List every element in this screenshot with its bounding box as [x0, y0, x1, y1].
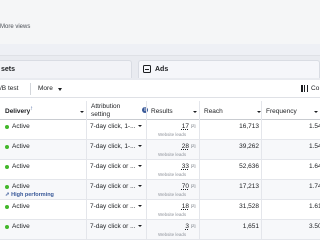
results-type: Website leads	[158, 212, 187, 217]
ab-test-button[interactable]: /B test	[0, 85, 18, 92]
attribution-setting[interactable]: 7-day click, 1-...	[90, 143, 136, 150]
toolbar-divider	[30, 83, 31, 95]
chevron-down-icon[interactable]	[138, 205, 142, 207]
chevron-down-icon[interactable]	[138, 165, 142, 167]
column-header-attribution[interactable]: Attribution setting	[91, 103, 120, 119]
table-row[interactable]: Active 7-day click or ... 33 [2] Website lea…	[0, 160, 320, 180]
column-divider	[261, 101, 262, 240]
column-header-reach[interactable]: Reach	[204, 108, 223, 115]
table-row[interactable]: Active 7-day click or ... 18 [2] Website lea…	[0, 200, 320, 220]
table-row[interactable]: Active 7-day click, 1-... 28 [2] Website lea…	[0, 140, 320, 160]
table-row[interactable]: Active 7-day click, 1-... 17 [2] Website lea…	[0, 120, 320, 140]
active-status-dot	[5, 205, 9, 209]
attribution-setting[interactable]: 7-day click or ...	[90, 223, 136, 230]
frequency-value: 1.74	[309, 183, 320, 190]
delivery-status: Active	[12, 123, 30, 130]
delivery-status: Active	[12, 143, 30, 150]
frequency-value: 1.64	[309, 163, 320, 170]
chevron-down-icon[interactable]	[138, 125, 142, 127]
results-type: Website leads	[158, 192, 187, 197]
reach-value: 31,528	[239, 203, 259, 210]
chevron-down-icon[interactable]	[193, 111, 197, 113]
columns-button[interactable]: Co	[311, 85, 319, 92]
tab-label: Ads	[155, 66, 169, 73]
table-row[interactable]: Active 7-day click or ... 3 [2] Website lead…	[0, 220, 320, 240]
attribution-setting[interactable]: 7-day click or ...	[90, 203, 136, 210]
active-status-dot	[5, 145, 9, 149]
sort-ascending-icon[interactable]: ↑	[30, 106, 33, 112]
frequency-value: 1.61	[309, 203, 320, 210]
attribution-setting[interactable]: 7-day click, 1-...	[90, 123, 136, 130]
tab-ads[interactable]: Ads	[138, 60, 320, 78]
delivery-status: Active	[12, 223, 30, 230]
subbar	[0, 44, 320, 56]
results-type: Website leads	[158, 152, 187, 157]
active-status-dot	[5, 225, 9, 229]
results-value[interactable]: 33	[153, 163, 189, 170]
reach-value: 17,213	[239, 183, 259, 190]
column-header-results[interactable]: Results	[151, 108, 173, 115]
chevron-down-icon[interactable]	[138, 225, 142, 227]
results-footnote: [2]	[191, 143, 196, 148]
results-footnote: [2]	[191, 163, 196, 168]
results-footnote: [2]	[191, 183, 196, 188]
active-status-dot	[5, 125, 9, 129]
active-status-dot	[5, 185, 9, 189]
results-value[interactable]: 18	[153, 203, 189, 210]
results-footnote: [2]	[191, 203, 196, 208]
tab-label: sets	[1, 66, 16, 73]
results-type: Website leads	[158, 232, 187, 237]
high-performing-badge: ⇗ High performing	[5, 192, 54, 198]
table-header: Delivery ↑ Attribution setting i Results …	[0, 101, 320, 120]
reach-value: 39,262	[239, 143, 259, 150]
delivery-status: Active	[12, 203, 30, 210]
results-footnote: [2]	[191, 123, 196, 128]
results-value[interactable]: 3	[153, 223, 189, 230]
column-header-frequency[interactable]: Frequency	[266, 108, 297, 115]
top-strip: More views	[0, 0, 320, 44]
reach-value: 16,713	[239, 123, 259, 130]
tab-ad-sets[interactable]: sets	[0, 60, 132, 78]
column-header-delivery[interactable]: Delivery	[5, 108, 30, 115]
results-value[interactable]: 17	[153, 123, 189, 130]
results-footnote: [2]	[191, 223, 196, 228]
column-divider	[146, 101, 147, 240]
chevron-down-icon[interactable]	[138, 145, 142, 147]
results-type: Website leads	[158, 132, 187, 137]
columns-icon[interactable]	[301, 85, 308, 92]
attribution-setting[interactable]: 7-day click or ...	[90, 163, 136, 170]
table-row[interactable]: Active ⇗ High performing 7-day click or ..…	[0, 180, 320, 200]
frequency-value: 3.50	[309, 223, 320, 230]
results-value[interactable]: 28	[153, 143, 189, 150]
reach-value: 52,636	[239, 163, 259, 170]
info-icon[interactable]: i	[142, 107, 148, 113]
chevron-down-icon[interactable]	[314, 111, 318, 113]
chevron-down-icon[interactable]	[138, 185, 142, 187]
frequency-value: 1.54	[309, 123, 320, 130]
active-status-dot	[5, 165, 9, 169]
results-type: Website leads	[158, 172, 187, 177]
delivery-status: Active	[12, 183, 30, 190]
column-divider	[86, 101, 87, 240]
level-tabs: sets Ads	[0, 56, 320, 80]
chevron-down-icon[interactable]	[80, 111, 84, 113]
delivery-status: Active	[12, 163, 30, 170]
column-divider	[199, 101, 200, 240]
results-value[interactable]: 70	[153, 183, 189, 190]
reach-value: 1,651	[242, 223, 259, 230]
more-button[interactable]: More	[38, 85, 53, 92]
more-views-link[interactable]: More views	[0, 24, 30, 30]
ads-icon	[143, 65, 151, 73]
toolbar: /B test More Co	[0, 80, 320, 98]
attribution-setting[interactable]: 7-day click or ...	[90, 183, 136, 190]
frequency-value: 1.54	[309, 143, 320, 150]
chevron-down-icon	[58, 88, 62, 91]
